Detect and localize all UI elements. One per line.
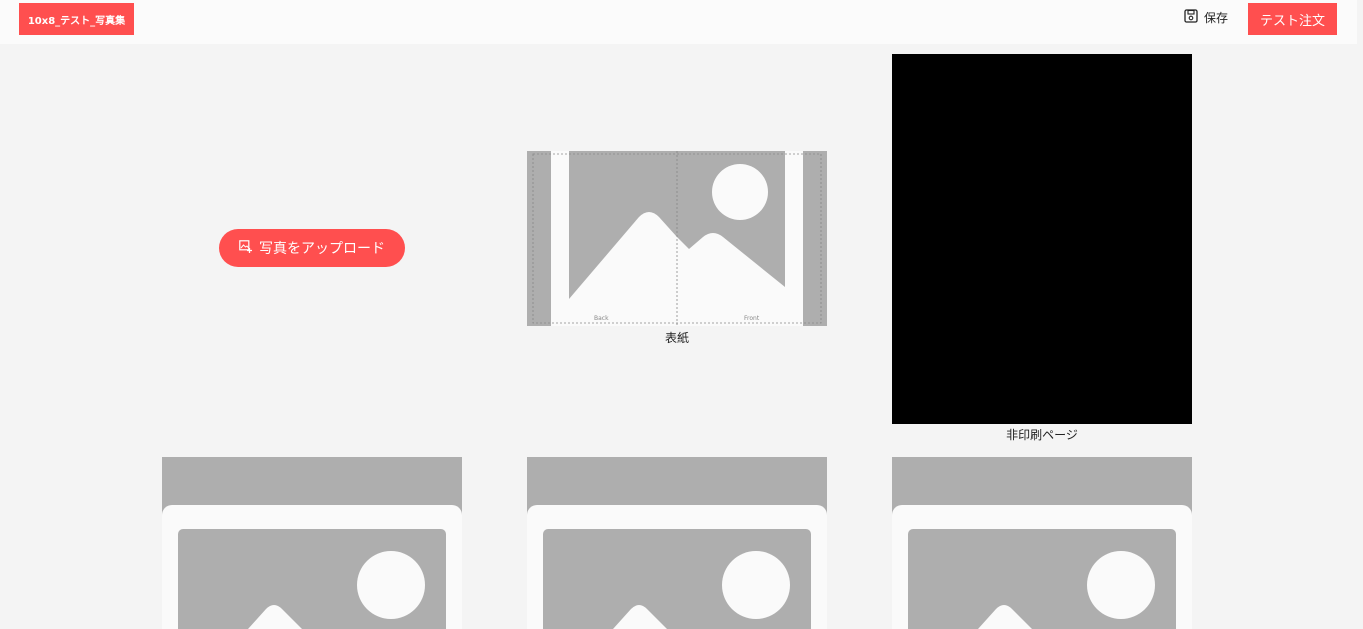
upload-photos-button[interactable]: 写真をアップロード <box>219 229 405 267</box>
page-thumbnail[interactable] <box>162 457 462 629</box>
image-placeholder-icon <box>527 457 827 629</box>
album-title-badge[interactable]: 10x8_テスト_写真集 <box>19 3 134 35</box>
image-placeholder-icon <box>162 457 462 629</box>
image-add-icon <box>239 239 252 257</box>
page-thumbnail[interactable] <box>892 457 1192 629</box>
page-thumbnail[interactable] <box>527 457 827 629</box>
nonprint-page[interactable] <box>892 54 1192 424</box>
cover-back-label: Back <box>594 315 609 322</box>
image-placeholder-icon <box>527 151 827 326</box>
cover-spread[interactable]: Back Front <box>527 151 827 326</box>
scrollbar[interactable] <box>1357 0 1363 629</box>
save-button[interactable]: 保存 <box>1184 7 1228 27</box>
nonprint-page-label: 非印刷ページ <box>1006 428 1078 442</box>
cover-label: 表紙 <box>664 331 689 345</box>
header-bar <box>0 0 1357 44</box>
upload-label: 写真をアップロード <box>259 241 385 257</box>
floppy-disk-icon <box>1184 8 1198 26</box>
save-label: 保存 <box>1204 10 1229 25</box>
cover-front-label: Front <box>744 315 760 322</box>
test-order-button[interactable]: テスト注文 <box>1248 3 1337 35</box>
image-placeholder-icon <box>892 457 1192 629</box>
